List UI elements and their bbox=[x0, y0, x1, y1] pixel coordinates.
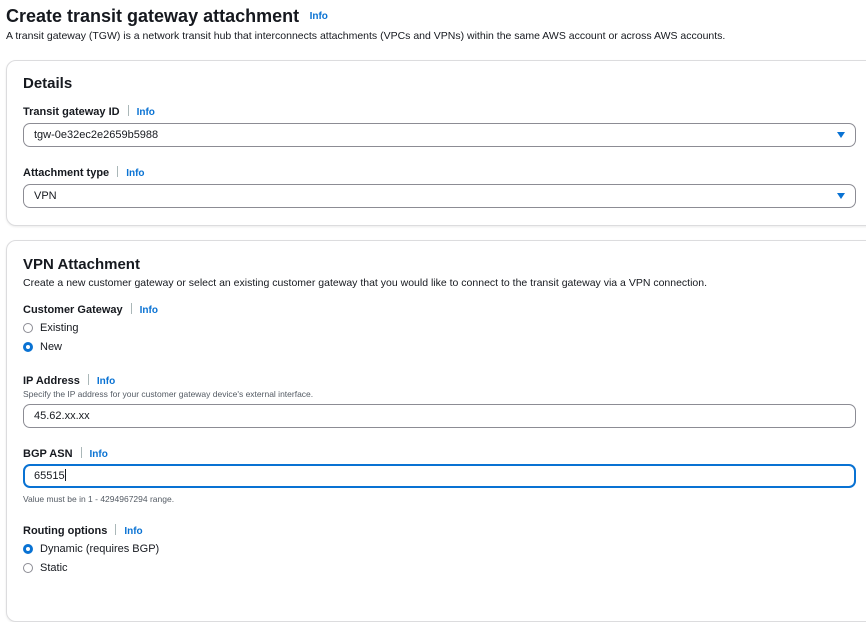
attachment-type-label: Attachment type Info bbox=[23, 166, 145, 179]
ip-address-value: 45.62.xx.xx bbox=[34, 410, 90, 422]
text-cursor bbox=[64, 469, 66, 481]
details-title: Details bbox=[23, 75, 73, 92]
attachment-type-label-text: Attachment type bbox=[23, 167, 110, 179]
bgp-asn-info-link[interactable]: Info bbox=[90, 449, 108, 460]
routing-options-label: Routing options Info bbox=[23, 524, 143, 537]
radio-option-existing[interactable]: Existing bbox=[23, 322, 79, 334]
radio-label: Static bbox=[40, 562, 68, 574]
tgw-id-info-link[interactable]: Info bbox=[137, 107, 155, 118]
ip-address-info-link[interactable]: Info bbox=[97, 376, 115, 387]
customer-gateway-label: Customer Gateway Info bbox=[23, 303, 158, 316]
radio-option-new[interactable]: New bbox=[23, 341, 62, 353]
ip-address-label: IP Address Info bbox=[23, 374, 115, 387]
tgw-id-label-text: Transit gateway ID bbox=[23, 106, 120, 118]
radio-unchecked-icon[interactable] bbox=[23, 323, 33, 333]
page-header: Create transit gateway attachment Info A… bbox=[6, 6, 862, 42]
customer-gateway-info-link[interactable]: Info bbox=[140, 305, 158, 316]
radio-option-dynamic[interactable]: Dynamic (requires BGP) bbox=[23, 543, 159, 555]
bgp-asn-value: 65515 bbox=[34, 470, 65, 482]
ip-address-input[interactable]: 45.62.xx.xx bbox=[23, 404, 856, 428]
tgw-id-value: tgw-0e32ec2e2659b5988 bbox=[34, 129, 159, 141]
vpn-attachment-panel: VPN Attachment Create a new customer gat… bbox=[6, 240, 866, 622]
bgp-asn-constraint: Value must be in 1 - 4294967294 range. bbox=[23, 494, 175, 504]
page-title: Create transit gateway attachment bbox=[6, 6, 300, 26]
vpn-attachment-description: Create a new customer gateway or select … bbox=[23, 277, 708, 289]
attachment-type-select[interactable]: VPN bbox=[23, 184, 856, 208]
caret-down-icon bbox=[837, 193, 845, 199]
radio-label: Dynamic (requires BGP) bbox=[40, 543, 160, 555]
label-divider bbox=[115, 524, 117, 535]
attachment-type-info-link[interactable]: Info bbox=[126, 168, 144, 179]
attachment-type-value: VPN bbox=[34, 190, 57, 202]
bgp-asn-label-text: BGP ASN bbox=[23, 448, 73, 460]
routing-options-label-text: Routing options bbox=[23, 525, 108, 537]
label-divider bbox=[130, 303, 132, 314]
radio-label: Existing bbox=[40, 322, 79, 334]
title-info-link[interactable]: Info bbox=[310, 11, 328, 22]
radio-unchecked-icon[interactable] bbox=[23, 563, 33, 573]
bgp-asn-input[interactable]: 65515 bbox=[23, 464, 856, 488]
label-divider bbox=[80, 447, 82, 458]
routing-options-info-link[interactable]: Info bbox=[124, 526, 142, 537]
radio-checked-icon[interactable] bbox=[23, 544, 33, 554]
ip-address-description: Specify the IP address for your customer… bbox=[23, 389, 314, 399]
radio-option-static[interactable]: Static bbox=[23, 562, 68, 574]
page-description: A transit gateway (TGW) is a network tra… bbox=[6, 30, 726, 42]
customer-gateway-label-text: Customer Gateway bbox=[23, 304, 123, 316]
ip-address-label-text: IP Address bbox=[23, 375, 80, 387]
details-panel: Details Transit gateway ID Info tgw-0e32e… bbox=[6, 60, 866, 226]
label-divider bbox=[127, 105, 129, 116]
radio-label: New bbox=[40, 341, 63, 353]
tgw-id-label: Transit gateway ID Info bbox=[23, 105, 155, 118]
label-divider bbox=[117, 166, 119, 177]
caret-down-icon bbox=[837, 132, 845, 138]
vpn-attachment-title: VPN Attachment bbox=[23, 256, 140, 273]
label-divider bbox=[87, 374, 89, 385]
bgp-asn-label: BGP ASN Info bbox=[23, 447, 108, 460]
tgw-id-select[interactable]: tgw-0e32ec2e2659b5988 bbox=[23, 123, 856, 147]
radio-checked-icon[interactable] bbox=[23, 342, 33, 352]
